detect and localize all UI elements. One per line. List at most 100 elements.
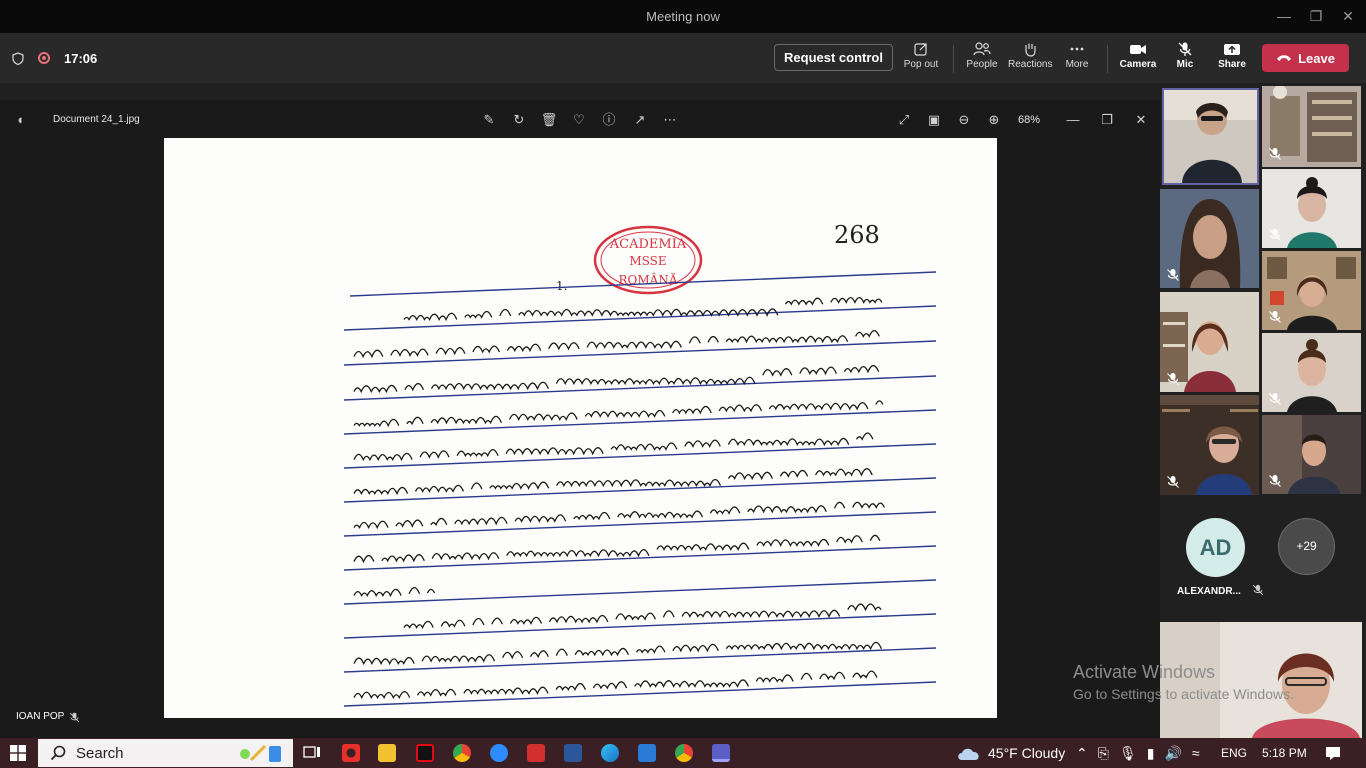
zoom-in-icon[interactable]: ⊕ [985, 111, 1003, 129]
search-highlight-icon [240, 744, 281, 762]
muted-mic-icon [1269, 229, 1281, 241]
hang-up-icon [1277, 55, 1292, 61]
meet-now-icon[interactable]: ⎘ [1098, 745, 1109, 762]
muted-mic-icon [70, 712, 80, 722]
more-button[interactable]: More [1060, 41, 1094, 77]
handwritten-line [354, 366, 887, 392]
wifi-icon[interactable]: ≈ [1192, 745, 1200, 761]
webex-app-icon[interactable] [638, 744, 656, 762]
participant-tile[interactable] [1262, 333, 1361, 412]
watermark-subtitle: Go to Settings to activate Windows. [1073, 686, 1294, 702]
ruled-line [343, 305, 937, 331]
chrome-app-icon[interactable] [453, 744, 471, 762]
battery-icon[interactable]: ▮ [1147, 745, 1155, 762]
leave-button[interactable]: Leave [1262, 44, 1349, 72]
presenter-name-badge: IOAN POP [10, 708, 87, 726]
ruled-line [343, 477, 937, 503]
viewer-restore-icon[interactable]: ❐ [1098, 111, 1116, 129]
chrome-profile-app-icon[interactable] [675, 744, 693, 762]
reactions-label: Reactions [1008, 59, 1053, 70]
photos-app-icon: ◖ [16, 112, 24, 127]
participant-tile[interactable] [1262, 169, 1361, 248]
raise-hand-icon [1025, 43, 1036, 57]
stamp-top: ACADEMIA [609, 237, 687, 252]
zoom-out-icon[interactable]: ⊖ [955, 111, 973, 129]
share-label: Share [1218, 59, 1246, 70]
language-indicator[interactable]: ENG [1221, 738, 1247, 768]
toolbar-divider [1107, 45, 1108, 73]
participant-tile[interactable] [1262, 415, 1361, 494]
rotate-icon[interactable]: ↻ [510, 111, 528, 129]
more-options-icon[interactable]: ⋯ [661, 111, 679, 129]
word-app-icon[interactable] [564, 744, 582, 762]
edit-icon[interactable]: ✎ [480, 111, 498, 129]
restore-icon[interactable]: ❐ [1306, 6, 1326, 26]
camera-button[interactable]: Camera [1119, 41, 1157, 77]
chevron-up-icon[interactable]: ⌃ [1076, 745, 1088, 762]
share-image-icon[interactable]: ↗ [631, 111, 649, 129]
notifications-icon[interactable] [1325, 738, 1341, 768]
netflix-app-icon[interactable] [416, 744, 434, 762]
minimize-icon[interactable]: — [1274, 6, 1294, 26]
task-view-icon[interactable] [303, 745, 321, 761]
mic-label: Mic [1176, 59, 1194, 70]
handwritten-line [354, 433, 881, 460]
more-label: More [1065, 59, 1089, 70]
camera-label: Camera [1119, 59, 1157, 70]
viewer-toolbar: ◖ Document 24_1.jpg ✎ ↻ 🗑 ♡ ⓘ ↗ ⋯ ⤢ ▣ ⊖ … [0, 102, 1160, 138]
participant-tile-active-speaker[interactable] [1162, 88, 1259, 185]
share-icon [1224, 44, 1240, 55]
camera-icon [1130, 45, 1146, 54]
weather-widget[interactable]: 45°F Cloudy [956, 738, 1065, 768]
participant-tile[interactable] [1262, 86, 1361, 167]
share-button[interactable]: Share [1215, 41, 1249, 77]
participant-tile[interactable] [1160, 292, 1259, 392]
opera-app-icon[interactable] [342, 744, 360, 762]
handwritten-line [353, 329, 880, 359]
edge-app-icon[interactable] [601, 744, 619, 762]
manuscript-page: ACADEMIA MSSE ROMÂNĂ 268 1. [343, 221, 937, 707]
participant-tile[interactable] [1262, 251, 1361, 330]
people-button[interactable]: People [964, 41, 1000, 77]
file-explorer-icon[interactable] [378, 744, 396, 762]
participant-avatar[interactable]: AD [1186, 518, 1245, 577]
watermark-title: Activate Windows [1073, 662, 1216, 682]
muted-mic-icon [1167, 476, 1179, 488]
microphone-icon[interactable]: 🎙 [1119, 745, 1137, 762]
request-control-button[interactable]: Request control [774, 44, 893, 71]
handwritten-line [353, 501, 885, 530]
fullscreen-icon[interactable]: ⤢ [895, 111, 913, 129]
viewer-close-icon[interactable]: ✕ [1132, 111, 1150, 129]
viewer-minimize-icon[interactable]: — [1064, 111, 1082, 129]
meeting-toolbar: 17:06 Request control Pop out People Rea… [0, 33, 1366, 83]
volume-icon[interactable]: 🔊 [1164, 745, 1181, 762]
reactions-button[interactable]: Reactions [1008, 41, 1052, 77]
ruled-line [343, 579, 937, 605]
delete-icon[interactable]: 🗑 [540, 111, 558, 129]
muted-mic-icon [1269, 148, 1281, 160]
windows-start-icon[interactable] [10, 745, 26, 761]
participant-tile[interactable] [1160, 189, 1259, 288]
teams-app-icon[interactable] [712, 744, 730, 762]
presenter-name: IOAN POP [16, 711, 65, 722]
mic-button[interactable]: Mic [1170, 41, 1200, 77]
info-icon[interactable]: ⓘ [600, 111, 618, 129]
taskbar-clock[interactable]: 5:18 PM [1262, 738, 1307, 768]
handwritten-line [354, 671, 885, 697]
handwritten-line [353, 586, 436, 598]
handwritten-line [353, 400, 884, 428]
favorite-icon[interactable]: ♡ [570, 111, 588, 129]
windows-taskbar: Search 45°F Cloudy ⌃ ⎘ 🎙 ▮ 🔊 ≈ ENG 5:18 … [0, 738, 1366, 768]
more-participants-button[interactable]: +29 [1278, 518, 1335, 575]
ruled-line [343, 375, 937, 401]
close-icon[interactable]: ✕ [1338, 6, 1358, 26]
acrobat-app-icon[interactable] [527, 744, 545, 762]
participant-name: ALEXANDR... [1177, 584, 1264, 597]
section-mark: 1. [556, 279, 567, 293]
fit-to-window-icon[interactable]: ▣ [925, 111, 943, 129]
handwritten-line [353, 534, 881, 564]
pop-out-button[interactable]: Pop out [901, 41, 941, 77]
participant-tile[interactable] [1160, 395, 1259, 495]
zoom-app-icon[interactable] [490, 744, 508, 762]
taskbar-search-box[interactable]: Search [38, 739, 293, 767]
